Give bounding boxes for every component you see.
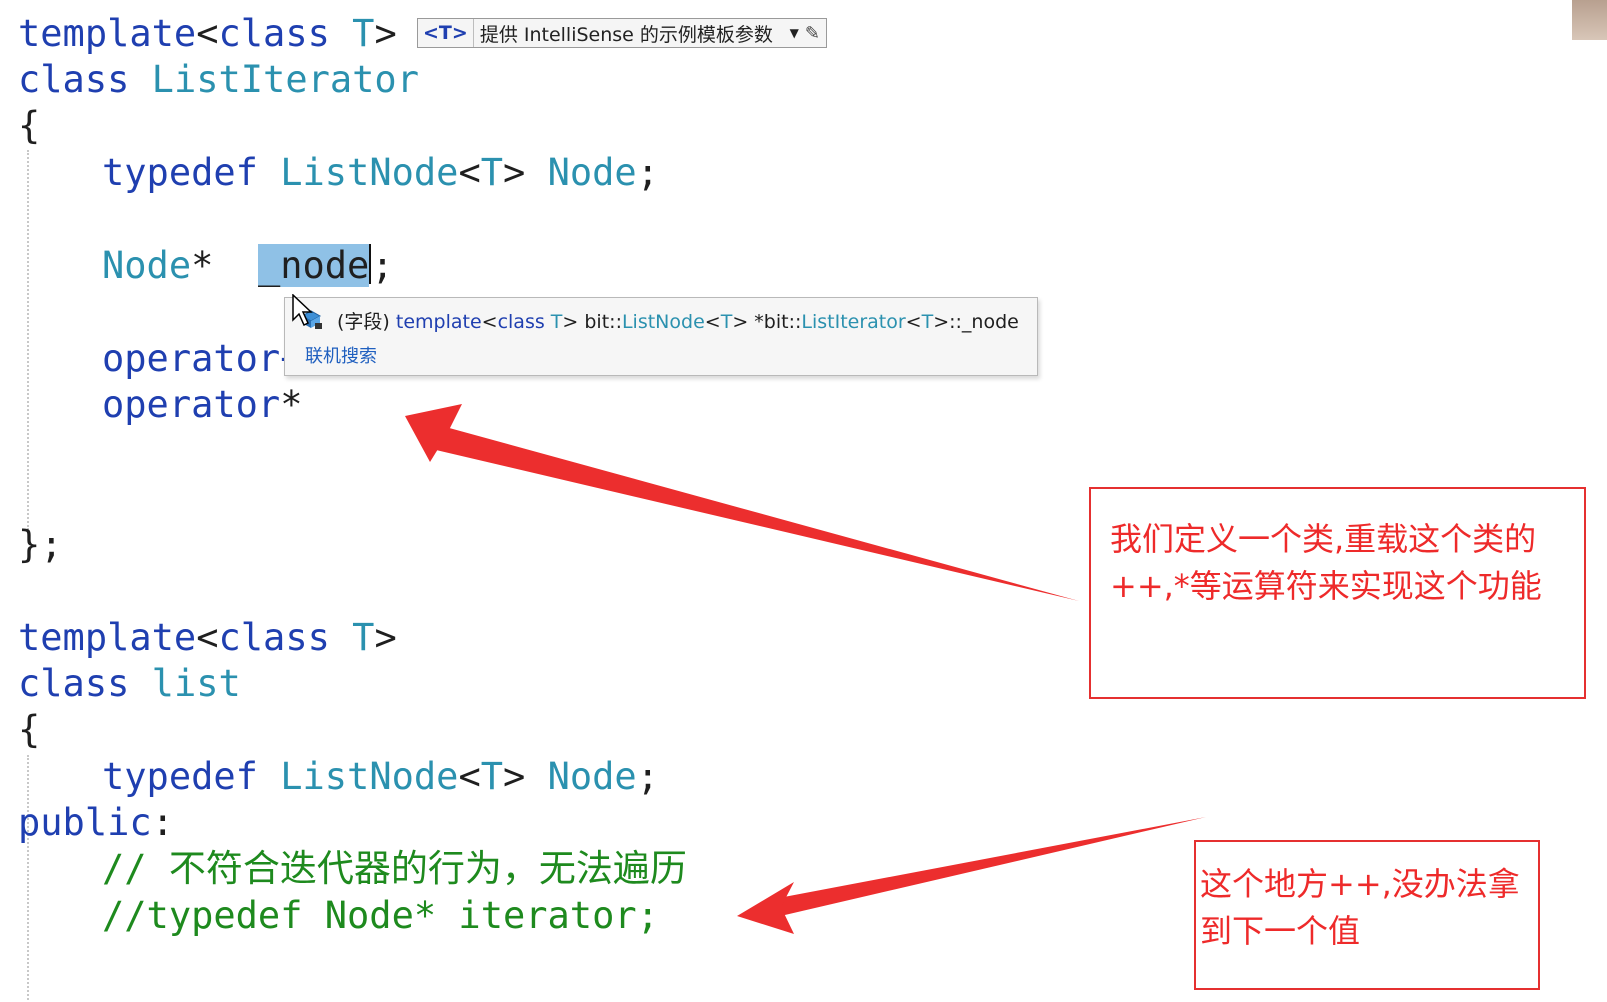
annotation-box-iterator-issue: 这个地方++,没办法拿 到下一个值 (1194, 840, 1540, 990)
annotation-line: ++,*等运算符来实现这个功能 (1110, 567, 1542, 605)
annotation-line: 这个地方++,没办法拿 (1200, 865, 1520, 903)
annotation-arrow-1 (436, 426, 1079, 601)
annotation-arrow-2 (768, 817, 1206, 918)
annotation-box-operator-overload: 我们定义一个类,重载这个类的 ++,*等运算符来实现这个功能 (1089, 487, 1586, 699)
annotation-line: 我们定义一个类,重载这个类的 (1110, 520, 1537, 558)
webcam-thumbnail (1572, 0, 1607, 40)
annotation-line: 到下一个值 (1200, 912, 1361, 950)
